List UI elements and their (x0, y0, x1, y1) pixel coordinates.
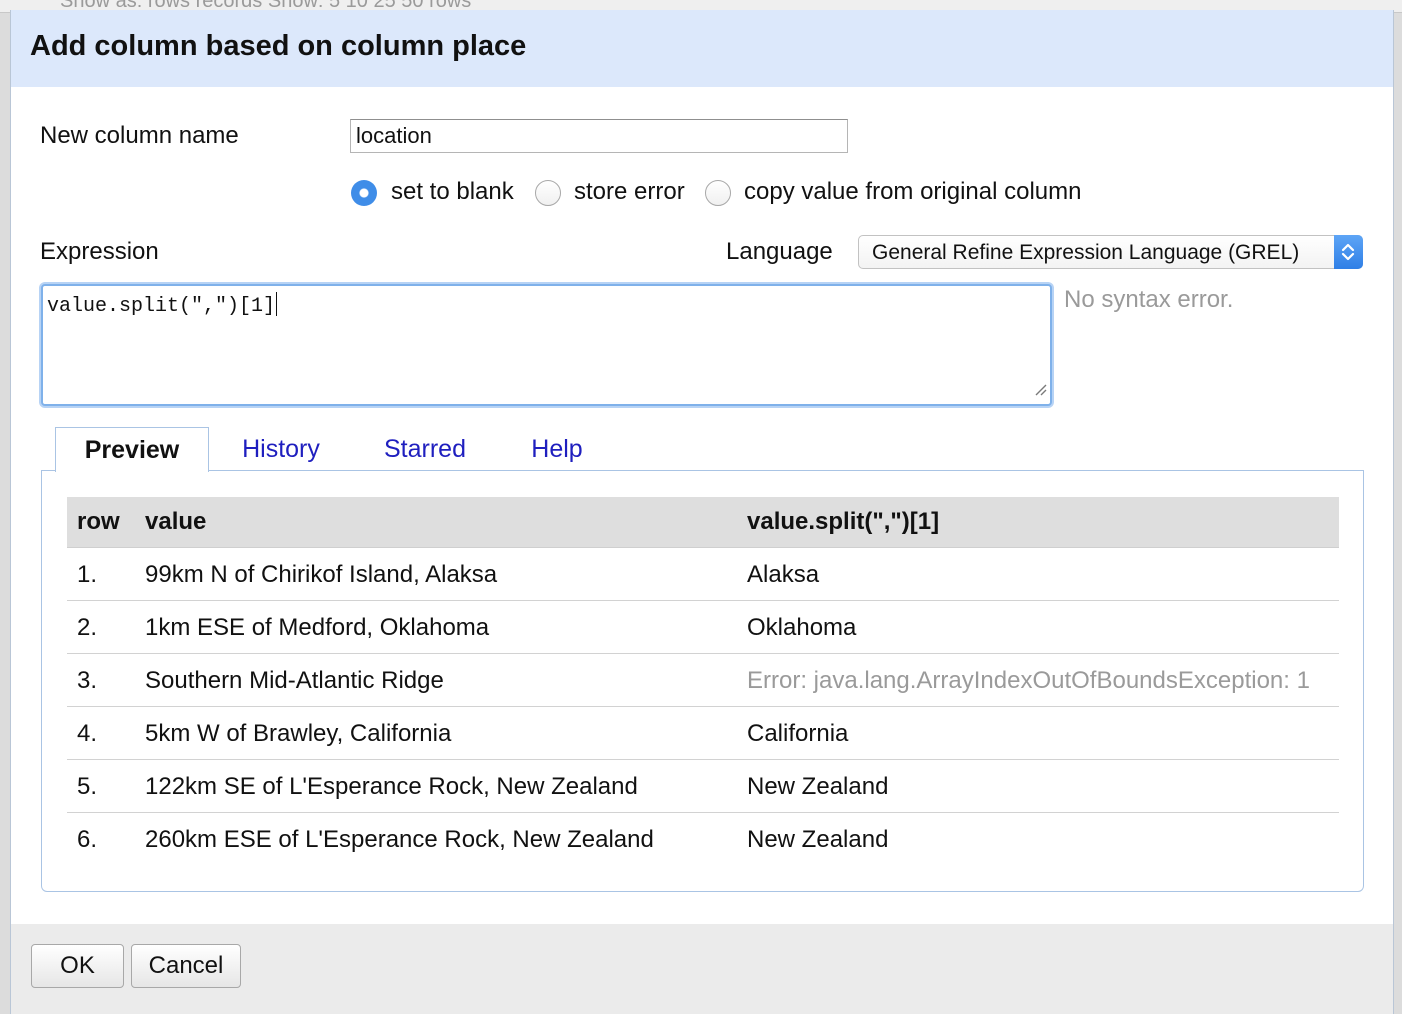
cancel-button[interactable]: Cancel (131, 944, 241, 988)
language-select-value: General Refine Expression Language (GREL… (872, 241, 1300, 264)
row-result: Oklahoma (737, 600, 1339, 654)
store-error-label[interactable]: store error (574, 178, 685, 206)
row-value: 99km N of Chirikof Island, Alaksa (135, 547, 737, 601)
row-value: Southern Mid-Atlantic Ridge (135, 653, 737, 707)
table-row: 3. Southern Mid-Atlantic Ridge Error: ja… (67, 653, 1339, 707)
language-select[interactable]: General Refine Expression Language (GREL… (858, 235, 1363, 269)
row-number: 6. (77, 826, 98, 853)
preview-panel: row value value.split(",")[1] 1. 99km N … (41, 470, 1364, 892)
row-number: 3. (67, 653, 135, 707)
dialog-title: Add column based on column place (30, 30, 527, 62)
copy-value-radio[interactable] (705, 180, 731, 206)
header-row: row (67, 497, 135, 548)
expression-text: value.split(",")[1] (47, 292, 278, 318)
dialog-header: Add column based on column place (11, 10, 1393, 87)
row-number: 4. (67, 706, 135, 760)
tab-history[interactable]: History (233, 427, 329, 471)
row-result: New Zealand (747, 826, 889, 853)
store-error-radio[interactable] (535, 180, 561, 206)
preview-table: row value value.split(",")[1] 1. 99km N … (67, 497, 1339, 865)
resize-grip-icon[interactable] (1033, 382, 1047, 401)
row-value: 1km ESE of Medford, Oklahoma (135, 600, 737, 654)
table-row: 2. 1km ESE of Medford, Oklahoma Oklahoma (67, 600, 1339, 654)
table-row: 6. 260km ESE of L'Esperance Rock, New Ze… (67, 813, 1339, 866)
add-column-dialog: Add column based on column place New col… (10, 10, 1394, 1014)
header-value: value (135, 497, 737, 548)
header-result: value.split(",")[1] (737, 497, 1339, 548)
expression-textarea[interactable]: value.split(",")[1] (41, 284, 1052, 406)
syntax-status: No syntax error. (1064, 286, 1234, 313)
language-label: Language (726, 238, 833, 265)
tab-preview[interactable]: Preview (55, 427, 209, 472)
ok-button[interactable]: OK (31, 944, 124, 988)
copy-value-label[interactable]: copy value from original column (744, 178, 1082, 206)
row-result: New Zealand (737, 759, 1339, 813)
set-to-blank-radio[interactable] (351, 180, 377, 206)
new-column-name-input[interactable] (350, 119, 848, 153)
tab-help[interactable]: Help (521, 427, 593, 471)
set-to-blank-label[interactable]: set to blank (391, 178, 514, 206)
row-value: 260km ESE of L'Esperance Rock, New Zeala… (145, 826, 654, 853)
row-result-error: Error: java.lang.ArrayIndexOutOfBoundsEx… (737, 653, 1339, 707)
text-caret (276, 292, 278, 316)
row-value: 122km SE of L'Esperance Rock, New Zealan… (135, 759, 737, 813)
preview-header-row: row value value.split(",")[1] (67, 497, 1339, 548)
select-arrows-icon (1334, 235, 1363, 269)
row-number: 1. (67, 547, 135, 601)
row-number: 2. (67, 600, 135, 654)
row-number: 5. (67, 759, 135, 813)
table-row: 5. 122km SE of L'Esperance Rock, New Zea… (67, 759, 1339, 813)
tabs-bar: Preview History Starred Help (41, 427, 1364, 472)
row-result: Alaksa (737, 547, 1339, 601)
new-column-name-label: New column name (40, 122, 239, 149)
row-result: California (737, 706, 1339, 760)
expression-label: Expression (40, 238, 159, 265)
table-row: 4. 5km W of Brawley, California Californ… (67, 706, 1339, 760)
dialog-footer: OK Cancel (11, 924, 1393, 1014)
row-value: 5km W of Brawley, California (135, 706, 737, 760)
tab-starred[interactable]: Starred (377, 427, 473, 471)
table-row: 1. 99km N of Chirikof Island, Alaksa Ala… (67, 547, 1339, 601)
